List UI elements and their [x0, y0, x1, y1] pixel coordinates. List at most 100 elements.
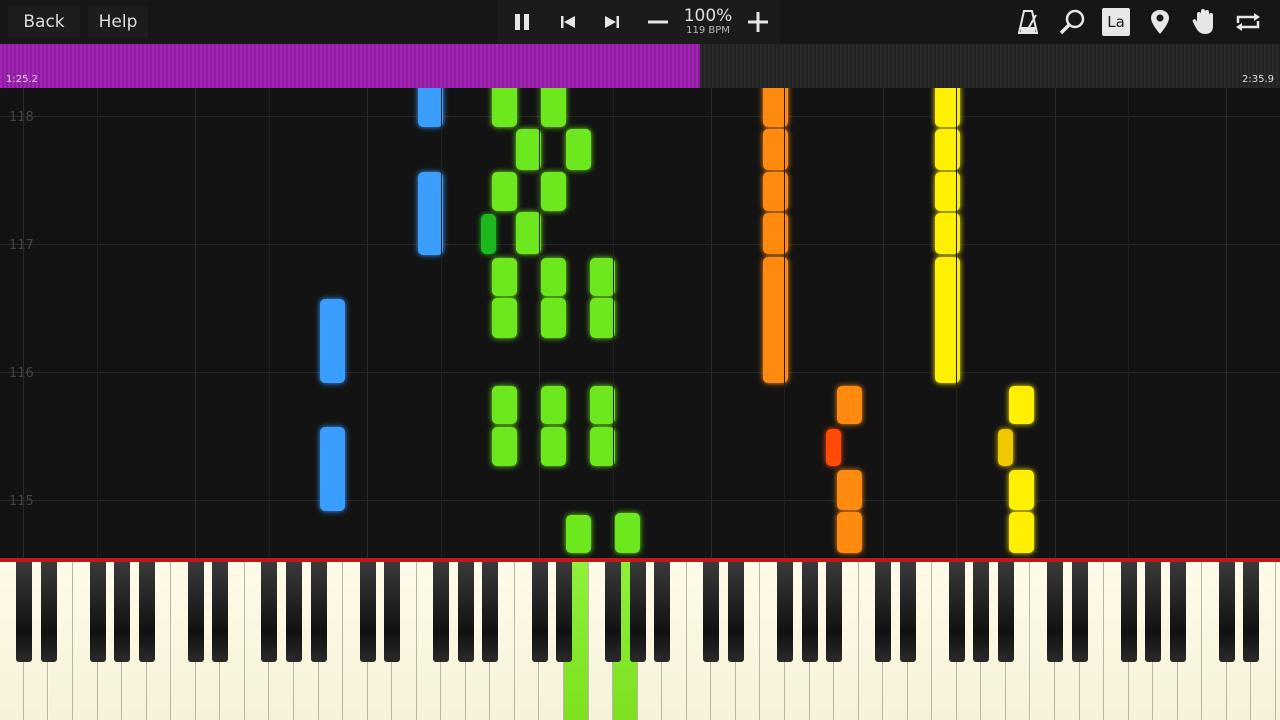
black-key[interactable]: [605, 562, 622, 662]
note-green: [516, 212, 541, 254]
black-key[interactable]: [997, 562, 1014, 662]
black-key[interactable]: [1047, 562, 1064, 662]
measure-number: 115: [9, 494, 34, 509]
octave-grid-line: [1054, 88, 1056, 558]
hand-icon[interactable]: [1182, 0, 1226, 44]
black-key[interactable]: [531, 562, 548, 662]
black-key[interactable]: [482, 562, 499, 662]
note-green: [566, 129, 591, 170]
white-key[interactable]: [1276, 562, 1280, 720]
measure-line: [0, 500, 1280, 501]
measure-line: [0, 372, 1280, 373]
octave-grid-line: [956, 88, 958, 558]
black-key[interactable]: [359, 562, 376, 662]
help-button[interactable]: Help: [88, 6, 148, 38]
note-label-icon[interactable]: La: [1094, 0, 1138, 44]
octave-grid-line: [612, 88, 614, 558]
black-key[interactable]: [1218, 562, 1235, 662]
note-orange: [837, 386, 862, 424]
tempo-bpm: 119 BPM: [686, 25, 730, 36]
black-key[interactable]: [89, 562, 106, 662]
note-green: [541, 258, 566, 296]
note-green: [492, 258, 517, 296]
back-button[interactable]: Back: [8, 6, 80, 38]
note-yellow: [1009, 386, 1034, 424]
pause-icon[interactable]: [500, 0, 544, 44]
slower-minus-icon[interactable]: [636, 0, 680, 44]
black-key[interactable]: [899, 562, 916, 662]
measure-number: 116: [9, 366, 34, 381]
transport-controls: 100% 119 BPM: [498, 0, 780, 44]
black-key[interactable]: [1169, 562, 1186, 662]
black-key[interactable]: [457, 562, 474, 662]
black-key[interactable]: [1243, 562, 1260, 662]
note-green: [590, 427, 615, 466]
note-blue: [320, 299, 345, 383]
black-key[interactable]: [703, 562, 720, 662]
black-key[interactable]: [1071, 562, 1088, 662]
black-key[interactable]: [973, 562, 990, 662]
black-key[interactable]: [1120, 562, 1137, 662]
note-green: [590, 258, 615, 296]
measure-line: [0, 244, 1280, 245]
black-key[interactable]: [727, 562, 744, 662]
black-key[interactable]: [826, 562, 843, 662]
black-key[interactable]: [654, 562, 671, 662]
octave-grid-line: [97, 88, 99, 558]
black-key[interactable]: [138, 562, 155, 662]
octave-grid-line: [1226, 88, 1228, 558]
note-yellow: [1009, 470, 1034, 510]
black-key[interactable]: [801, 562, 818, 662]
black-key[interactable]: [433, 562, 450, 662]
skip-back-icon[interactable]: [546, 0, 590, 44]
octave-grid-line: [195, 88, 197, 558]
black-key[interactable]: [629, 562, 646, 662]
note-green: [492, 88, 517, 127]
note-green: [566, 515, 591, 553]
octave-grid-line: [710, 88, 712, 558]
black-key[interactable]: [212, 562, 229, 662]
black-key[interactable]: [1145, 562, 1162, 662]
black-key[interactable]: [875, 562, 892, 662]
piano-keyboard[interactable]: C1C2C3C4C5C6C7C8: [0, 562, 1280, 720]
faster-plus-icon[interactable]: [736, 0, 780, 44]
note-orange: [837, 470, 862, 510]
note-red-orange: [826, 429, 841, 466]
black-key[interactable]: [948, 562, 965, 662]
skip-forward-icon[interactable]: [590, 0, 634, 44]
elapsed-time: 1:25.2: [6, 74, 38, 85]
note-green: [541, 427, 566, 466]
note-green: [615, 513, 640, 553]
search-icon[interactable]: [1050, 0, 1094, 44]
measure-number: 117: [9, 238, 34, 253]
black-key[interactable]: [286, 562, 302, 662]
speed-readout: 100% 119 BPM: [678, 7, 738, 36]
black-key[interactable]: [15, 562, 32, 662]
octave-grid-line: [1128, 88, 1130, 558]
song-progress-timeline[interactable]: 1:25.2 2:35.9: [0, 44, 1280, 88]
note-dark-green: [481, 214, 496, 254]
note-blue: [418, 88, 443, 127]
timeline-progress-fill: [0, 44, 701, 88]
black-key[interactable]: [556, 562, 573, 662]
black-key[interactable]: [384, 562, 401, 662]
note-green: [541, 88, 566, 127]
black-key[interactable]: [40, 562, 57, 662]
note-green: [492, 298, 517, 338]
note-green: [492, 172, 517, 211]
note-green: [541, 298, 566, 338]
measure-number: 118: [9, 110, 34, 125]
note-orange: [837, 512, 862, 553]
black-key[interactable]: [777, 562, 793, 662]
octave-grid-line: [268, 88, 270, 558]
metronome-icon[interactable]: [1006, 0, 1050, 44]
octave-grid-line: [538, 88, 540, 558]
note-green: [492, 386, 517, 424]
black-key[interactable]: [310, 562, 327, 662]
black-key[interactable]: [187, 562, 204, 662]
black-key[interactable]: [261, 562, 278, 662]
black-key[interactable]: [114, 562, 131, 662]
loop-icon[interactable]: [1226, 0, 1270, 44]
note-yellow: [1009, 512, 1034, 553]
location-pin-icon[interactable]: [1138, 0, 1182, 44]
